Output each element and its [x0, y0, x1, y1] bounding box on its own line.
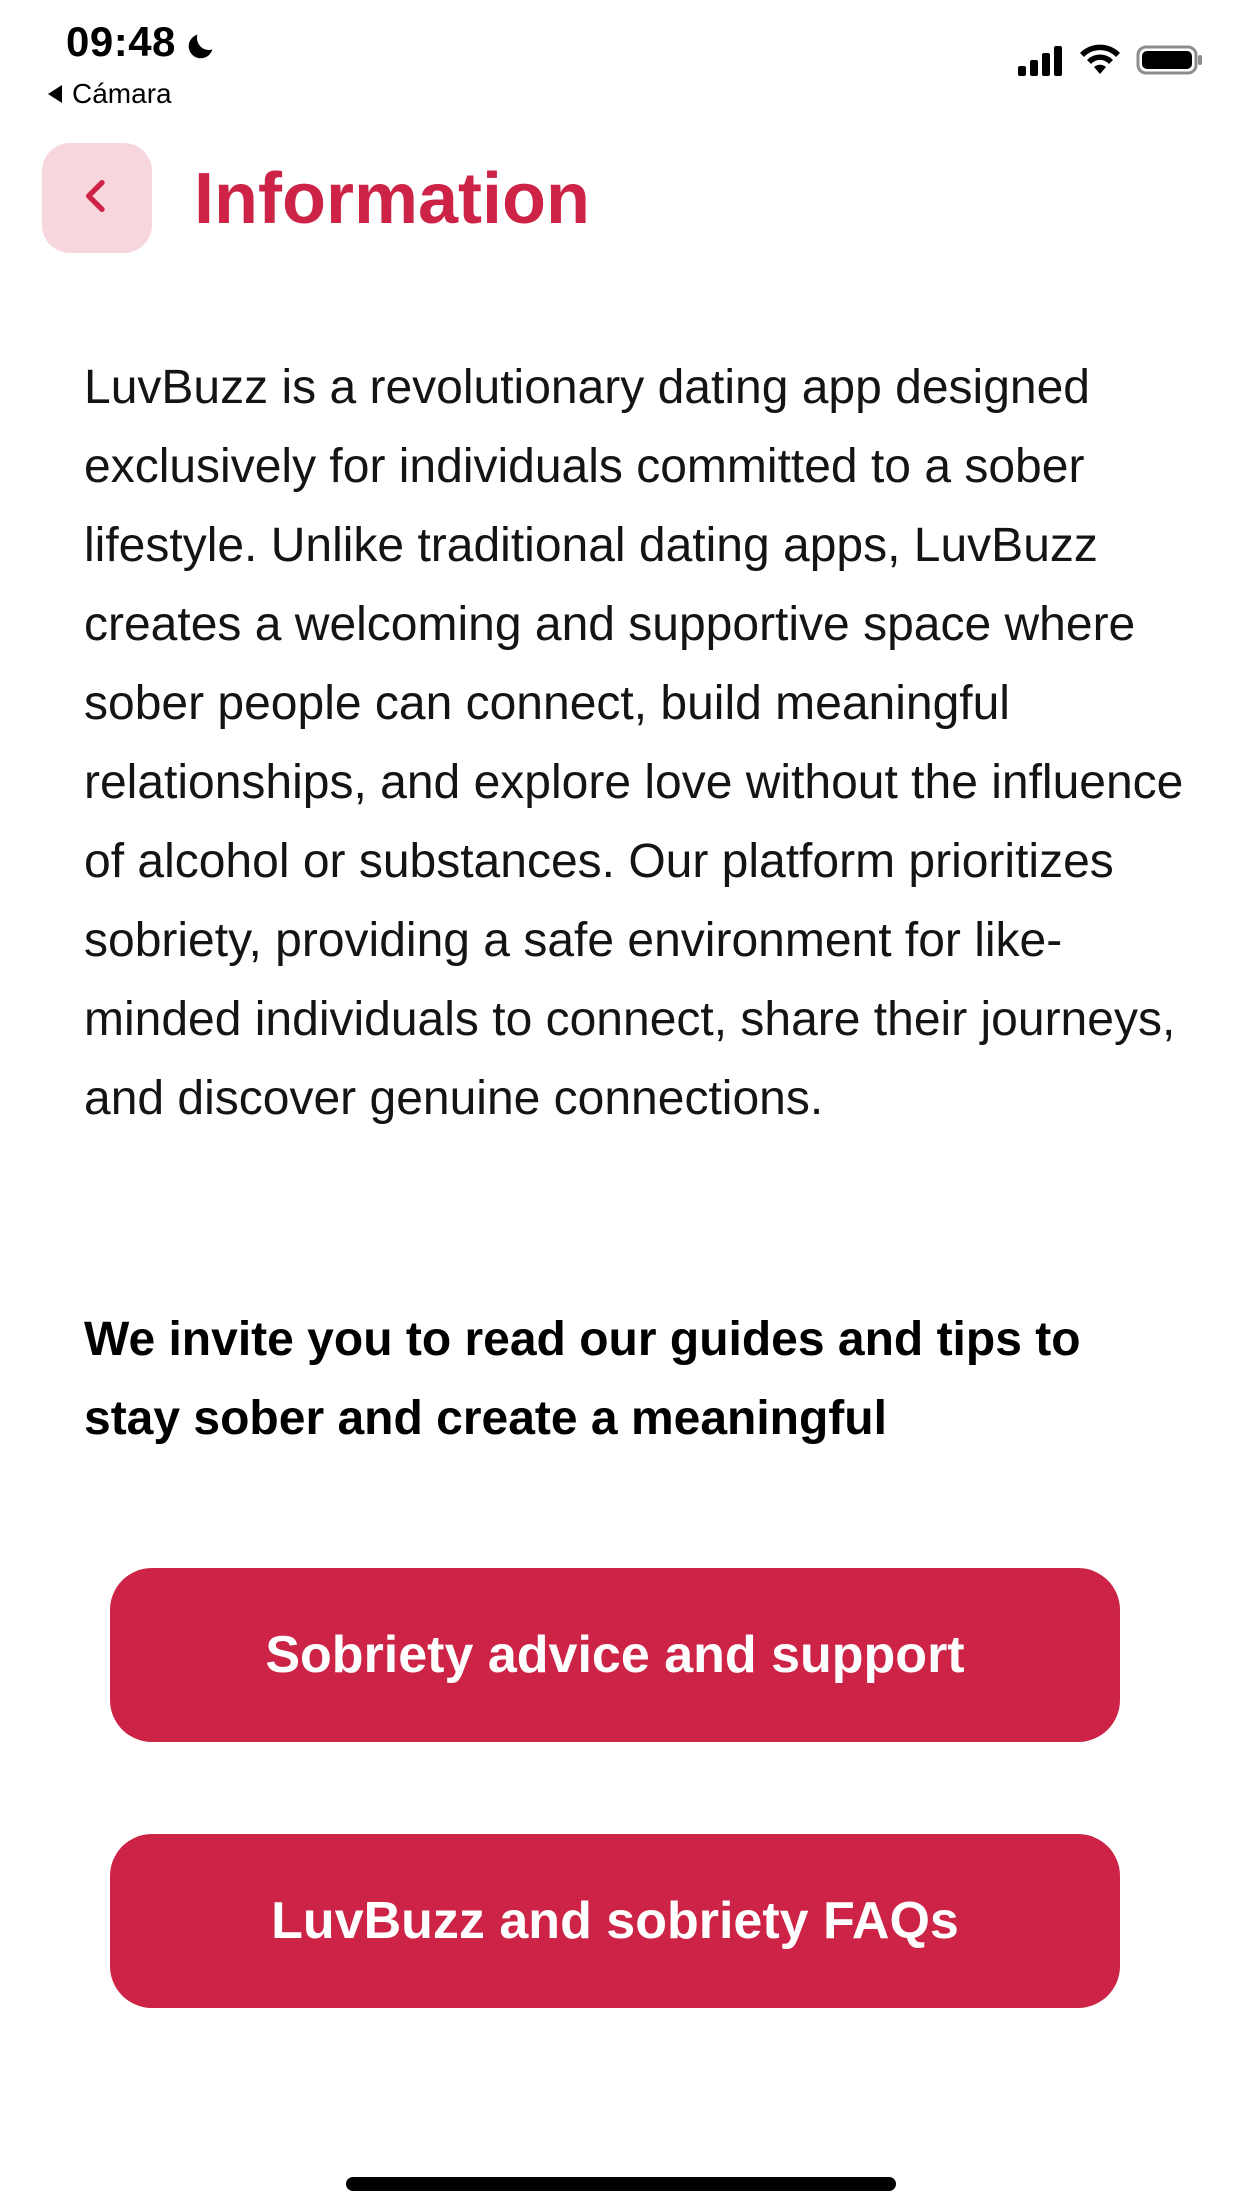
battery-icon [1136, 44, 1204, 81]
back-button[interactable] [42, 143, 152, 253]
back-triangle-icon [48, 85, 62, 103]
sobriety-faqs-button[interactable]: LuvBuzz and sobriety FAQs [110, 1834, 1120, 2008]
home-indicator[interactable] [346, 2177, 896, 2191]
status-time: 09:48 [66, 18, 218, 66]
status-indicators [1016, 44, 1204, 81]
invite-paragraph: We invite you to read our guides and tip… [84, 1313, 1081, 1445]
status-back-label: Cámara [72, 78, 172, 109]
moon-icon [184, 25, 218, 59]
page-title: Information [194, 159, 590, 239]
signal-icon [1016, 44, 1064, 81]
status-time-label: 09:48 [66, 18, 176, 65]
sobriety-advice-button[interactable]: Sobriety advice and support [110, 1568, 1120, 1742]
wifi-icon [1078, 44, 1122, 81]
intro-paragraph: LuvBuzz is a revolutionary dating app de… [84, 361, 1184, 1125]
chevron-left-icon [77, 176, 117, 221]
status-back-to-app[interactable]: Cámara [48, 78, 172, 110]
